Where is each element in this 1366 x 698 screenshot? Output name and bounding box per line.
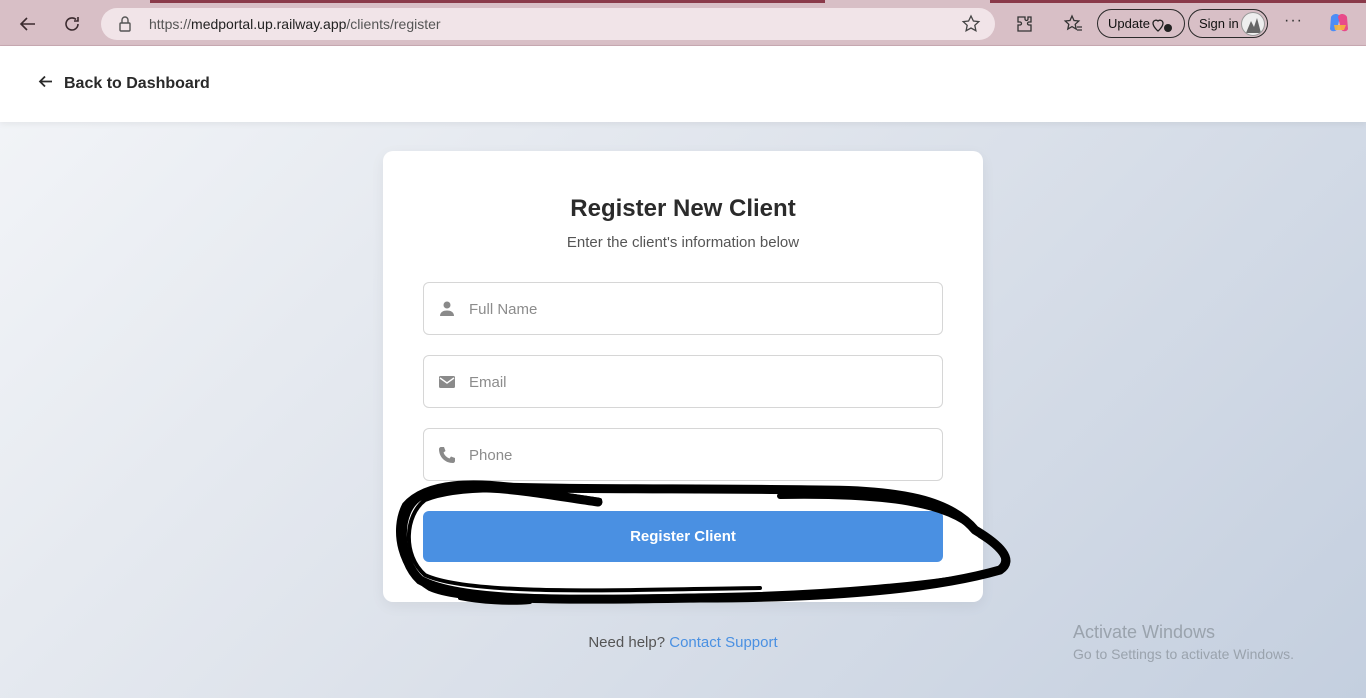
- full-name-field[interactable]: [423, 282, 943, 335]
- lock-icon[interactable]: [117, 15, 133, 38]
- phone-field[interactable]: [423, 428, 943, 481]
- full-name-input[interactable]: [469, 295, 929, 323]
- email-field[interactable]: [423, 355, 943, 408]
- back-link-label: Back to Dashboard: [64, 75, 210, 92]
- phone-icon: [437, 445, 457, 465]
- favorites-icon[interactable]: [1059, 10, 1087, 38]
- contact-support-link[interactable]: Contact Support: [669, 634, 777, 651]
- watermark-subtitle: Go to Settings to activate Windows.: [1073, 646, 1294, 662]
- form-title: Register New Client: [570, 195, 796, 222]
- phone-input[interactable]: [469, 441, 929, 469]
- back-arrow-icon[interactable]: [14, 10, 42, 38]
- form-subtitle: Enter the client's information below: [566, 234, 800, 251]
- browser-toolbar: https://medportal.up.railway.app/clients…: [0, 0, 1366, 46]
- sign-in-label: Sign in: [1199, 16, 1239, 31]
- profile-avatar-icon: [1241, 12, 1265, 36]
- update-button[interactable]: Update: [1097, 9, 1185, 38]
- more-menu-icon[interactable]: ···: [1284, 12, 1303, 30]
- arrow-left-icon: [37, 73, 54, 95]
- update-heart-icon: [1152, 16, 1174, 37]
- register-client-card: Register New Client Enter the client's i…: [383, 151, 983, 602]
- watermark-title: Activate Windows: [1073, 622, 1216, 642]
- tab-strip-edge: [0, 0, 1366, 3]
- top-navigation-bar: Back to Dashboard: [0, 46, 1366, 122]
- register-client-button[interactable]: Register Client: [423, 511, 943, 562]
- address-bar[interactable]: https://medportal.up.railway.app/clients…: [101, 8, 995, 40]
- sign-in-button[interactable]: Sign in: [1188, 9, 1268, 38]
- extensions-icon[interactable]: [1010, 10, 1038, 38]
- copilot-icon[interactable]: [1327, 11, 1351, 35]
- mail-icon: [437, 372, 457, 392]
- person-icon: [437, 299, 457, 319]
- activate-windows-watermark: Activate Windows Go to Settings to activ…: [1073, 622, 1294, 662]
- page-content: Back to Dashboard Register New Client En…: [0, 46, 1366, 698]
- email-input[interactable]: [469, 368, 929, 396]
- favorite-star-icon[interactable]: [961, 14, 981, 39]
- help-label: Need help?: [588, 634, 666, 651]
- refresh-icon[interactable]: [58, 10, 86, 38]
- update-label: Update: [1108, 16, 1150, 31]
- url-text[interactable]: https://medportal.up.railway.app/clients…: [149, 16, 441, 32]
- back-to-dashboard-link[interactable]: Back to Dashboard: [37, 73, 210, 95]
